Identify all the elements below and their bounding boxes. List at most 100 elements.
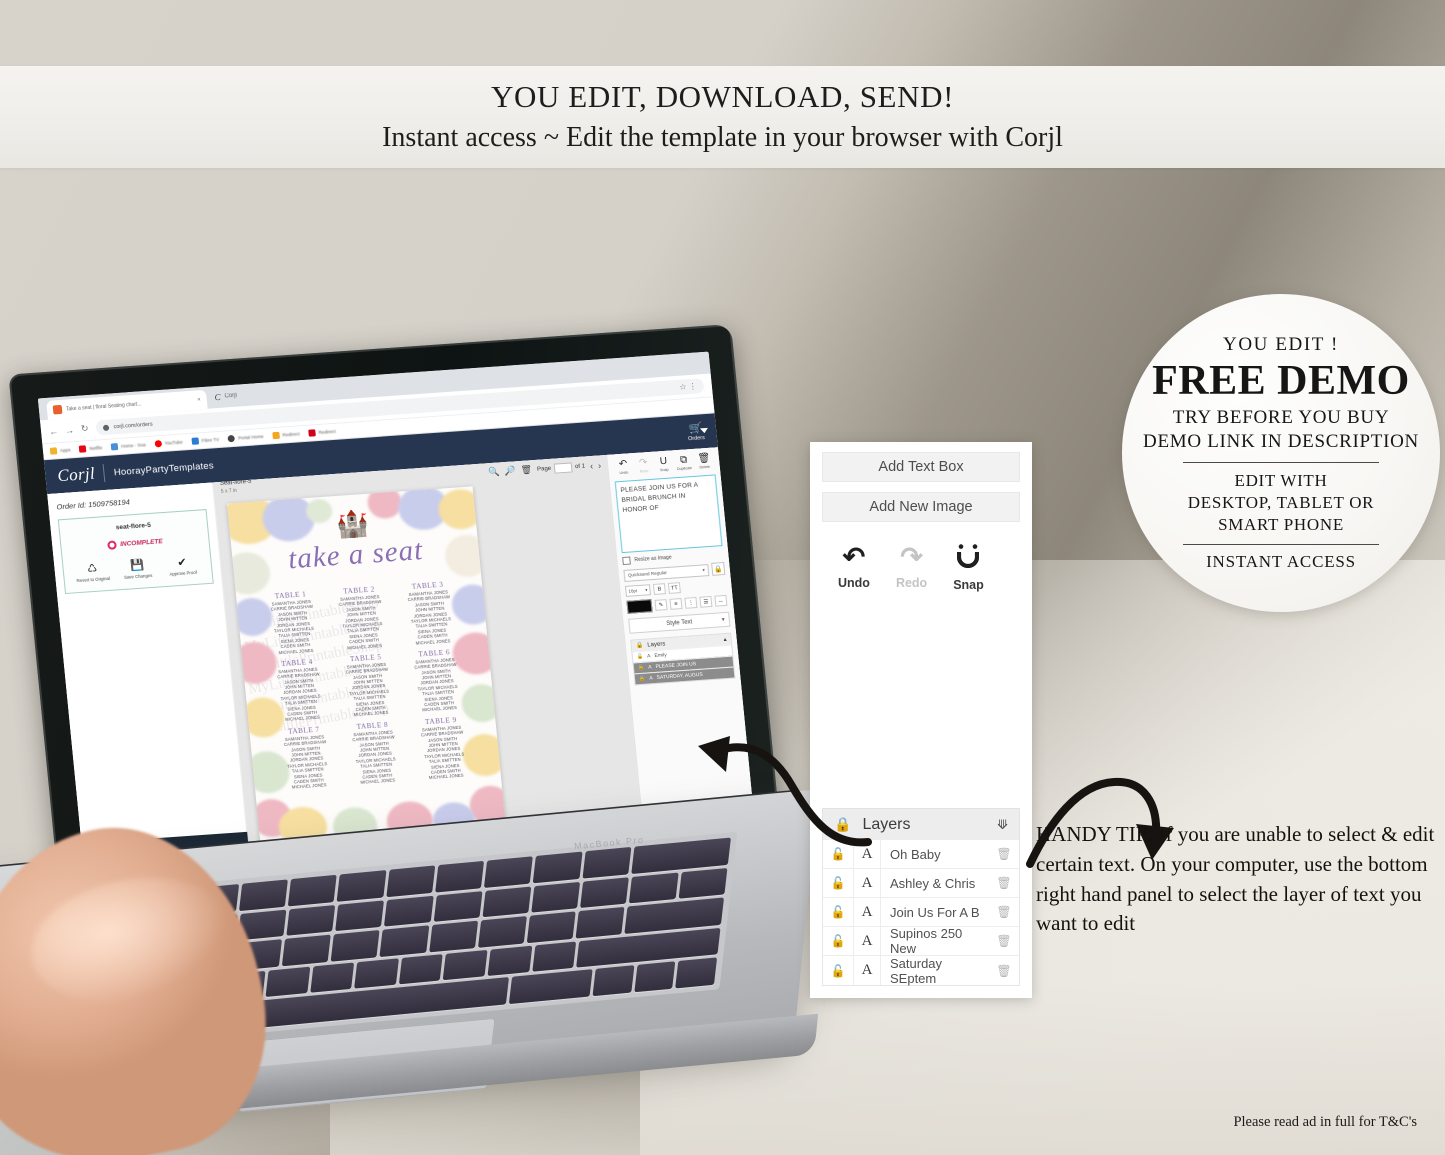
order-sidebar: Order Id: 1509758194 seat-flore-5 INCOMP… bbox=[47, 482, 252, 884]
bookmark-icon bbox=[272, 431, 280, 440]
trash-icon[interactable]: 🗑 bbox=[520, 464, 532, 476]
chevron-right-icon[interactable]: › bbox=[598, 460, 602, 470]
font-size-select[interactable]: 16pt ▾ bbox=[624, 584, 651, 597]
order-card[interactable]: seat-flore-5 INCOMPLETE ♺ Revert to Orig… bbox=[57, 509, 214, 594]
check-icon: ✔ bbox=[176, 556, 188, 570]
zoom-in-icon[interactable]: 🔍 bbox=[488, 467, 500, 479]
lock-open-icon[interactable]: 🔓 bbox=[823, 934, 853, 948]
table-block: TABLE 8 SAMANTHA JONES CARRIE BRADSHAW JASO… bbox=[340, 719, 411, 786]
terms-footer: Please read ad in full for T&C's bbox=[1233, 1114, 1417, 1130]
duplicate-button[interactable]: ⧉ Duplicate bbox=[673, 454, 695, 471]
save-button[interactable]: 💾 Save Changes bbox=[118, 558, 158, 581]
bookmark-item[interactable]: Netflix bbox=[79, 444, 102, 453]
bookmark-item[interactable]: YouTube bbox=[154, 439, 183, 448]
bookmark-item[interactable]: Fibre TV bbox=[191, 436, 219, 445]
checkbox-box bbox=[622, 556, 631, 566]
redo-button[interactable]: ↷ Redo bbox=[896, 544, 927, 592]
lock-open-icon[interactable]: 🔓 bbox=[823, 905, 853, 919]
trash-icon[interactable]: 🗑 bbox=[989, 847, 1019, 861]
guest-list: SAMANTHA JONES CARRIE BRADSHAW JASON SMITH… bbox=[352, 729, 396, 786]
mini-layers-panel: 🔒 Layers ▴ 🔓 A Emily 🔓 A PLEASE JOIN US 🔓 A SA… bbox=[630, 632, 736, 686]
browser-tab-active[interactable]: Take a seat | floral Seating chart... × bbox=[46, 389, 208, 420]
font-lock-button[interactable]: 🔒 bbox=[711, 561, 726, 576]
bookmark-icon bbox=[110, 443, 119, 451]
snap-button[interactable]: Snap bbox=[953, 544, 984, 592]
add-new-image-button[interactable]: Add New Image bbox=[822, 492, 1020, 522]
address-input[interactable]: corjl.com/orders ☆ ⋮ bbox=[94, 378, 705, 436]
delete-button[interactable]: 🗑 Delete bbox=[693, 453, 715, 470]
text-layer-icon: A bbox=[646, 653, 651, 660]
resize-as-image-checkbox[interactable]: Resize as Image bbox=[622, 550, 724, 566]
trash-icon[interactable]: 🗑 bbox=[989, 964, 1019, 978]
revert-button[interactable]: ♺ Revert to Original bbox=[73, 561, 113, 584]
table-block: TABLE 7 SAMANTHA JONES CARRIE BRADSHAW JASO… bbox=[271, 724, 342, 791]
bookmark-label: Apps bbox=[59, 447, 71, 454]
style-text-dropdown[interactable]: Style Text ▾ bbox=[628, 611, 731, 634]
chevron-down-icon[interactable]: ⟱ bbox=[997, 817, 1008, 833]
lock-open-icon: 🔓 bbox=[638, 675, 646, 683]
undo-label: Undo bbox=[838, 576, 870, 590]
trash-icon[interactable]: 🗑 bbox=[989, 905, 1019, 919]
back-arrow-icon[interactable]: ← bbox=[49, 426, 59, 437]
tab-close-icon[interactable]: × bbox=[197, 397, 201, 403]
layer-row[interactable]: 🔓 A Supinos 250 New 🗑 bbox=[823, 926, 1019, 956]
bookmark-item[interactable]: Portal Home bbox=[227, 433, 264, 443]
layer-row[interactable]: 🔓 A Saturday SEptem 🗑 bbox=[823, 956, 1019, 986]
mini-layer-row[interactable]: 🔓 A Emily bbox=[632, 644, 733, 663]
orders-button[interactable]: 🛒 Orders bbox=[686, 421, 705, 442]
bold-button[interactable]: B bbox=[652, 583, 666, 595]
guest-list: SAMANTHA JONES CARRIE BRADSHAW JASON SMITH… bbox=[339, 594, 383, 650]
add-text-box-button[interactable]: Add Text Box bbox=[822, 452, 1020, 482]
lock-open-icon[interactable]: 🔓 bbox=[823, 964, 853, 978]
tab-second-title: Corjl bbox=[224, 392, 238, 400]
reload-icon[interactable]: ↻ bbox=[81, 423, 90, 434]
browser-tab-second[interactable]: C Corjl bbox=[214, 391, 238, 402]
chevron-left-icon[interactable]: ‹ bbox=[590, 460, 594, 470]
editor-canvas: Seat-flore-5 5 x 7 in 🔍 🔎 🗑 Page of 1 ‹ … bbox=[212, 455, 645, 872]
text-case-button[interactable]: TT bbox=[667, 582, 681, 594]
text-content-input[interactable]: PLEASE JOIN US FOR A BRIDAL BRUNCH IN HO… bbox=[614, 474, 723, 554]
chevron-down-icon: ▾ bbox=[721, 617, 726, 624]
lock-open-icon[interactable]: 🔓 bbox=[823, 876, 853, 890]
bookmark-label: Redirect bbox=[282, 431, 300, 438]
revert-label: Revert to Original bbox=[76, 575, 111, 584]
bookmark-item[interactable]: Redirect bbox=[272, 430, 300, 440]
mini-layers-header[interactable]: 🔒 Layers ▴ bbox=[631, 633, 732, 652]
eyedropper-icon[interactable]: ✎ bbox=[654, 599, 668, 611]
forward-arrow-icon[interactable]: → bbox=[65, 425, 75, 436]
page-label: Page bbox=[536, 465, 552, 473]
corjl-logo[interactable]: Corjl bbox=[57, 464, 96, 487]
font-family-select[interactable]: Quicksand Regular ▾ bbox=[623, 563, 710, 582]
trash-icon[interactable]: 🗑 bbox=[989, 934, 1019, 948]
floating-tools-panel: Add Text Box Add New Image ↶ Undo ↷ Redo… bbox=[810, 442, 1032, 998]
color-swatch[interactable] bbox=[626, 599, 653, 614]
chevron-up-icon[interactable]: ▴ bbox=[723, 636, 727, 643]
undo-button[interactable]: ↶ Undo bbox=[613, 458, 635, 476]
magnet-icon bbox=[957, 544, 980, 573]
snap-button[interactable]: U Snap bbox=[653, 455, 675, 472]
chevron-down-icon[interactable] bbox=[699, 427, 709, 434]
bookmark-item[interactable]: Home - Sua bbox=[110, 441, 146, 451]
trash-icon[interactable]: 🗑 bbox=[989, 876, 1019, 890]
omnibox-actions[interactable]: ☆ ⋮ bbox=[679, 382, 697, 392]
bookmark-item[interactable]: Redirect bbox=[308, 428, 336, 437]
page-input[interactable] bbox=[553, 461, 573, 474]
bookmark-item[interactable]: Apps bbox=[49, 446, 71, 455]
layer-row[interactable]: 🔓 A Join Us For A B 🗑 bbox=[823, 897, 1019, 927]
redo-button[interactable]: ↷ Redo bbox=[633, 457, 655, 474]
spacing-icon[interactable]: ↔ bbox=[714, 594, 728, 607]
list-icon[interactable]: ⋮ bbox=[684, 596, 698, 609]
layer-row[interactable]: 🔓 A Ashley & Chris 🗑 bbox=[823, 868, 1019, 898]
order-id: Order Id: 1509758194 bbox=[56, 497, 131, 512]
line-height-icon[interactable]: ≡ bbox=[669, 598, 683, 610]
undo-button[interactable]: ↶ Undo bbox=[838, 544, 870, 592]
watermark-text: MyLittlePrintableShop bbox=[247, 657, 387, 698]
mini-layer-row[interactable]: 🔓 A SATURDAY, AUGUS bbox=[634, 666, 735, 685]
mini-layer-row[interactable]: 🔓 A PLEASE JOIN US bbox=[633, 655, 734, 674]
tab-favicon-icon bbox=[52, 404, 63, 415]
align-icon[interactable]: ☰ bbox=[699, 595, 713, 608]
lock-open-icon: 🔓 bbox=[636, 653, 644, 661]
zoom-out-icon[interactable]: 🔎 bbox=[504, 465, 516, 477]
seating-chart-artboard[interactable]: MyLittlePrintableShop MyLittlePrintableS… bbox=[227, 486, 506, 842]
approve-button[interactable]: ✔ Approve Proof bbox=[162, 555, 202, 578]
